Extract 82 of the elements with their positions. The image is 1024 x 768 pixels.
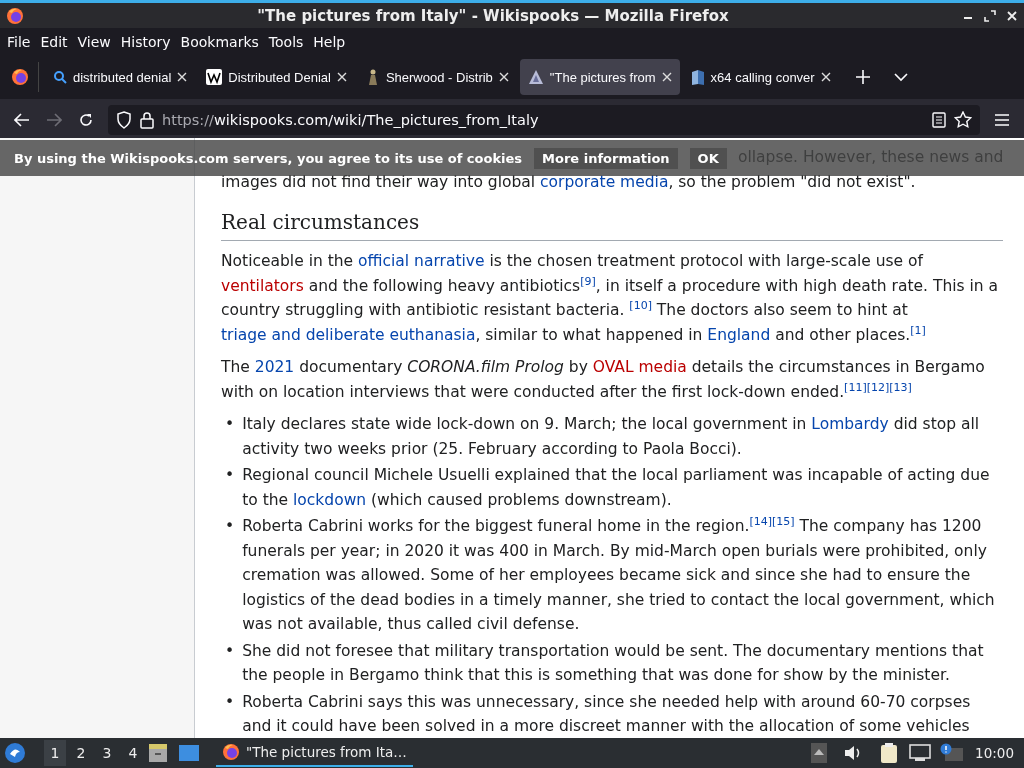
back-icon[interactable] — [14, 112, 30, 127]
bullet: • — [225, 465, 235, 486]
list-item: Roberta Cabrini says this was unnecessary, since she needed help with around 60-70 corpses and it could have been solved in a more discreet manner with the allocation of some vehicles — [242, 691, 972, 737]
new-tab-icon[interactable] — [855, 70, 870, 84]
workspace-button[interactable]: 1 — [44, 740, 66, 766]
browser-tab[interactable]: Distributed Denial — [198, 59, 355, 95]
maximize-icon[interactable] — [984, 9, 996, 22]
close-icon[interactable] — [820, 72, 831, 82]
browser-tab[interactable]: "The pictures from — [519, 59, 680, 95]
window-title: "The pictures from Italy" - Wikispooks — Mozilla Firefox — [256, 6, 730, 25]
link[interactable]: official narrative — [358, 252, 485, 270]
cookie-button[interactable]: OK — [689, 147, 727, 169]
paragraph: Noticeable in the official narrative is the chosen treatment protocol with large-scale use of ventilators and the following heavy antibiotics$^{[9]}$, in itself a procedure with high death rate. This in a country struggling with antibiotic resistant bacteria. $^{[10]}$ The doctors also seem to hint at triage and deliberate euthanasia, similar to what happened in England and other places.$^{[1]}$ — [221, 251, 1000, 346]
reference-link[interactable]: [9] — [580, 274, 596, 288]
menu-item[interactable]: History — [115, 33, 176, 50]
list-item: Regional council Michele Usuelli explained that the local parliament was incapable of acting due to the lockdown (which caused problems downstream). — [242, 465, 991, 511]
shield-icon[interactable] — [116, 110, 132, 129]
bullet: • — [225, 640, 235, 662]
cookie-notice: By using the Wikispooks.com servers, you agree to its use of cookies — [14, 150, 523, 166]
chevron-down-icon[interactable] — [893, 72, 908, 82]
section-heading: Real circumstances — [221, 208, 1004, 241]
reference-link[interactable]: [13] — [889, 380, 912, 394]
start-menu-icon[interactable] — [4, 742, 26, 764]
reference-link[interactable]: [12] — [866, 380, 890, 394]
reload-icon[interactable] — [78, 111, 94, 128]
link[interactable]: triage and deliberate euthanasia — [221, 325, 476, 344]
close-icon[interactable] — [336, 72, 347, 82]
menu-item[interactable]: View — [72, 33, 116, 50]
menu-icon[interactable] — [994, 112, 1010, 127]
book-icon — [690, 69, 705, 85]
firefox-icon — [222, 743, 240, 761]
link[interactable]: corporate media — [540, 172, 669, 191]
lock-icon[interactable] — [140, 110, 154, 129]
list-item: She did not foresee that military transportation would be sent. The documentary mentions that the people in Bergamo think that this is something that was done for show by the minister. — [242, 640, 985, 686]
link[interactable]: OVAL media — [592, 358, 687, 376]
menu-item[interactable]: Help — [308, 33, 351, 50]
star-icon[interactable] — [954, 110, 972, 129]
firefox-icon — [6, 6, 24, 25]
workspace-button[interactable]: 4 — [122, 740, 144, 766]
link[interactable]: Lombardy — [811, 415, 889, 433]
menu-item[interactable]: Bookmarks — [175, 33, 264, 50]
close-icon[interactable] — [1006, 9, 1018, 22]
taskbar-window-button[interactable]: "The pictures from Ita… — [216, 739, 413, 767]
close-icon[interactable] — [498, 72, 509, 82]
reference-link[interactable]: [11] — [844, 380, 867, 394]
menu-item[interactable]: Edit — [35, 33, 73, 50]
triangle-icon — [527, 69, 544, 85]
file-cabinet-icon[interactable] — [148, 743, 168, 763]
firefox-icon — [11, 68, 29, 86]
url-text: https://wikispooks.com/wiki/The_pictures_from_Italy — [162, 111, 540, 128]
window-icon[interactable] — [178, 744, 200, 762]
bullet: • — [225, 414, 235, 435]
browser-tab[interactable]: distributed denial — [45, 59, 196, 95]
bullet: • — [225, 516, 235, 537]
menu-item[interactable]: File — [2, 33, 36, 50]
reference-link[interactable]: [14] — [749, 514, 772, 528]
list-item: Roberta Cabrini works for the biggest funeral home in the region.$^{[14]}$$^{[15]}$ The company has 1200 funerals per year; in 2020 it was 400 in March. By mid-March open burials were prohibited, only cremation was allowed. Some of her employees became sick and since she had to ensure the logistics of the dead bodies in a timely manner, she tried to contact the local government, which was not available, thus called civil defense. — [242, 514, 996, 635]
reference-link[interactable]: [15] — [772, 514, 795, 528]
link[interactable]: England — [707, 325, 771, 344]
search-icon — [53, 70, 67, 84]
address-bar[interactable]: https://wikispooks.com/wiki/The_pictures_from_Italy — [108, 104, 980, 135]
reader-view-icon[interactable] — [932, 111, 946, 128]
clock: 10:00 — [974, 745, 1015, 761]
reference-link[interactable]: [1] — [910, 323, 926, 337]
link[interactable]: ventilators — [221, 276, 304, 295]
arrow-up-icon[interactable] — [811, 743, 828, 763]
notification-icon[interactable] — [939, 743, 966, 763]
workspace-button[interactable]: 3 — [96, 740, 118, 766]
clipboard-icon[interactable] — [879, 742, 900, 764]
close-icon[interactable] — [661, 72, 672, 82]
browser-tab[interactable]: Sherwood - Distrib — [357, 59, 517, 95]
workspace-button[interactable]: 2 — [70, 740, 92, 766]
wiki-icon — [206, 69, 223, 85]
browser-tab[interactable]: x64 calling conver — [682, 59, 839, 95]
link[interactable]: lockdown — [293, 490, 367, 509]
bullet: • — [225, 691, 235, 713]
menu-item[interactable]: Tools — [263, 33, 309, 50]
cookie-button[interactable]: More information — [534, 147, 678, 169]
close-icon[interactable] — [177, 72, 188, 82]
list-item: Italy declares state wide lock-down on 9. March; the local government in Lombardy did stop all activity two weeks prior (25. February according to Paola Bocci). — [242, 414, 981, 460]
link[interactable]: 2021 — [254, 358, 295, 376]
reference-link[interactable]: [10] — [629, 298, 652, 312]
